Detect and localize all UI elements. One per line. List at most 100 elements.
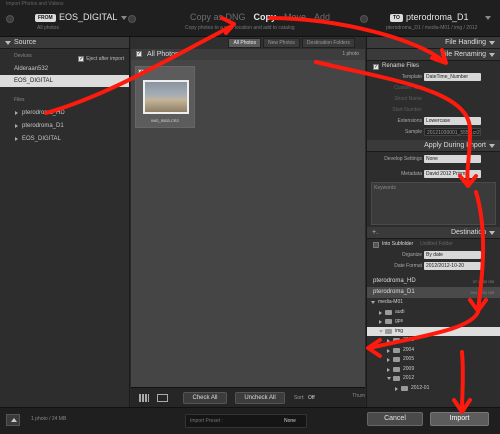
- file-item-pterodroma-d1[interactable]: pterodroma_D1: [0, 120, 129, 133]
- grid-toolbar: Check All Uncheck All Sort: Off Thum: [131, 387, 365, 407]
- rename-files-option[interactable]: ✓ Rename Files: [367, 61, 500, 72]
- expand-icon[interactable]: [15, 111, 18, 115]
- file-handling-header[interactable]: File Handling: [367, 37, 500, 49]
- expand-icon[interactable]: [387, 339, 390, 343]
- expand-icon[interactable]: [379, 310, 382, 315]
- destination-header[interactable]: +. Destination: [367, 227, 500, 239]
- volume-name: pterodroma_D1: [373, 289, 415, 295]
- destination-selector[interactable]: pterodroma_D1: [406, 12, 469, 22]
- expand-icon[interactable]: [15, 137, 18, 141]
- device-item-eos-digital[interactable]: EOS_DIGITAL: [0, 75, 129, 87]
- expand-icon[interactable]: [379, 320, 382, 324]
- folder-icon: [393, 376, 400, 381]
- cancel-button[interactable]: Cancel: [367, 412, 423, 426]
- folder-label: audi: [395, 308, 405, 315]
- uncheck-all-button[interactable]: Uncheck All: [235, 392, 285, 404]
- chevron-down-icon[interactable]: [121, 16, 127, 20]
- develop-settings-select[interactable]: None: [424, 155, 481, 163]
- collapse-icon[interactable]: [379, 329, 383, 333]
- apply-during-import-header[interactable]: Apply During Import: [367, 140, 500, 152]
- into-subfolder-label: Into Subfolder: [382, 241, 414, 247]
- next-arrow-icon[interactable]: [360, 15, 368, 23]
- checkbox-checked-icon[interactable]: ✓: [78, 56, 85, 62]
- grid-view-icon[interactable]: [139, 394, 149, 402]
- collapse-icon[interactable]: [489, 53, 495, 57]
- folder-label: gps: [395, 318, 404, 324]
- folder-item[interactable]: gps: [367, 317, 500, 327]
- mode-copy[interactable]: Copy: [254, 12, 277, 22]
- mode-copy-as-dng[interactable]: Copy as DNG: [190, 12, 246, 22]
- check-all-button[interactable]: Check All: [183, 392, 227, 404]
- expand-panel-icon[interactable]: [6, 414, 20, 426]
- folder-item[interactable]: 2003: [367, 336, 500, 346]
- file-item-pterodroma-hd[interactable]: pterodroma_HD: [0, 107, 129, 120]
- expand-icon[interactable]: [387, 358, 390, 362]
- checkbox-unchecked-icon[interactable]: [373, 241, 379, 248]
- filter-tabs: All Photos New Photos Destination Folder…: [131, 37, 365, 49]
- folder-item[interactable]: media-M01: [367, 298, 500, 308]
- folder-item[interactable]: 2012-01: [367, 384, 500, 394]
- sample-row: Sample 20121030001_5553.cr2: [367, 127, 500, 140]
- extensions-label: Extensions: [397, 118, 422, 124]
- folder-label: 2012-01: [411, 384, 430, 391]
- photo-thumbnail[interactable]: ✓ IMG_5553.CR2: [135, 66, 195, 128]
- tab-new-photos[interactable]: New Photos: [262, 38, 300, 48]
- file-renaming-header[interactable]: File Renaming: [367, 49, 500, 61]
- import-button[interactable]: Import: [430, 412, 489, 426]
- collapse-icon[interactable]: [489, 231, 495, 235]
- source-panel-header[interactable]: Source: [0, 37, 129, 49]
- window-title: Import Photos and Videos: [6, 1, 64, 7]
- expand-icon[interactable]: [489, 41, 495, 45]
- expand-icon[interactable]: [395, 386, 398, 391]
- collapse-icon[interactable]: [387, 377, 391, 380]
- checkbox-checked-icon[interactable]: ✓: [136, 51, 142, 57]
- extensions-select[interactable]: Lowercase: [424, 117, 481, 125]
- import-summary: 1 photo / 24 MB: [31, 416, 67, 422]
- chevron-down-icon[interactable]: [485, 16, 491, 20]
- volume-pterodroma-hd[interactable]: pterodroma_HD 37 / 232 GB: [367, 276, 500, 287]
- subfolder-name-field[interactable]: Untitled Folder: [420, 239, 453, 250]
- expand-icon[interactable]: [387, 348, 390, 353]
- folder-item[interactable]: 2009: [367, 365, 500, 375]
- expand-icon[interactable]: [387, 367, 390, 372]
- add-folder-icon[interactable]: +.: [372, 227, 378, 239]
- sort-selector[interactable]: Off: [308, 395, 315, 401]
- previous-arrow-icon[interactable]: [6, 15, 14, 23]
- folder-item[interactable]: audi: [367, 308, 500, 318]
- tab-all-photos[interactable]: All Photos: [228, 38, 261, 48]
- template-select[interactable]: DateTime_Number: [424, 73, 481, 81]
- folder-label: 2009: [403, 365, 415, 372]
- metadata-select[interactable]: David 2012 Prism: [424, 170, 481, 178]
- folder-item[interactable]: 2005: [367, 355, 500, 365]
- mode-move[interactable]: Move: [284, 12, 306, 22]
- loupe-view-icon[interactable]: [157, 394, 168, 402]
- collapse-icon[interactable]: [371, 301, 375, 304]
- bottom-bar: 1 photo / 24 MB Import Preset : None Can…: [0, 407, 500, 434]
- date-format-select[interactable]: 2012/2012-10-20: [424, 262, 481, 270]
- checkbox-checked-icon[interactable]: ✓: [138, 69, 144, 75]
- organize-select[interactable]: By date: [424, 251, 481, 259]
- volume-pterodroma-d1[interactable]: pterodroma_D1 904 / 931 GB: [367, 287, 500, 298]
- folder-item[interactable]: 2004: [367, 346, 500, 356]
- tab-destination-folders[interactable]: Destination Folders: [301, 38, 355, 48]
- import-preset-value[interactable]: None: [284, 418, 296, 424]
- folder-item[interactable]: img: [367, 326, 500, 336]
- next-arrow-icon[interactable]: [128, 15, 136, 23]
- file-item-eos-digital[interactable]: EOS_DIGITAL: [0, 133, 129, 146]
- folder-label: 2012: [403, 375, 415, 381]
- thumbnails-label: Thum: [352, 393, 365, 399]
- collapse-icon[interactable]: [489, 144, 495, 148]
- checkbox-checked-icon[interactable]: ✓: [373, 63, 379, 70]
- keywords-field[interactable]: Keywords: [371, 182, 496, 225]
- mode-add[interactable]: Add: [314, 12, 330, 22]
- collapse-icon[interactable]: [5, 41, 11, 45]
- import-header: Import Photos and Videos FROM EOS_DIGITA…: [0, 0, 500, 37]
- template-row: Template DateTime_Number: [367, 72, 500, 83]
- folder-item[interactable]: 2012: [367, 374, 500, 384]
- expand-icon[interactable]: [15, 124, 18, 128]
- grid-header: ✓ All Photos 1 photo: [131, 49, 365, 60]
- into-subfolder-option[interactable]: Into Subfolder Untitled Folder: [367, 239, 500, 250]
- eject-after-import[interactable]: ✓ Eject after import: [78, 52, 124, 66]
- source-selector[interactable]: EOS_DIGITAL: [59, 12, 117, 22]
- eject-label: Eject after import: [86, 56, 124, 62]
